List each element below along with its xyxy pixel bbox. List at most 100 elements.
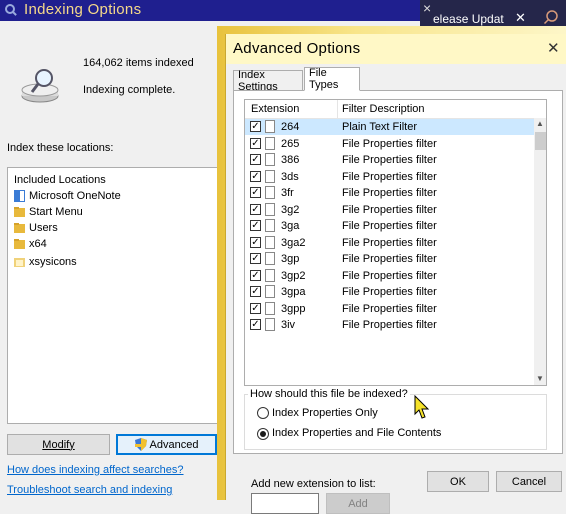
row-checkbox[interactable]: ✓ (250, 154, 261, 165)
table-row[interactable]: ✓ 3ga File Properties filter (245, 218, 534, 234)
indexing-affect-searches-link[interactable]: How does indexing affect searches? (7, 464, 184, 476)
row-filter-description: File Properties filter (342, 319, 437, 331)
table-row[interactable]: ✓ 3gpp File Properties filter (245, 301, 534, 317)
row-checkbox[interactable]: ✓ (250, 170, 261, 182)
row-checkbox[interactable]: ✓ (250, 302, 261, 314)
location-item[interactable]: Start Menu (14, 204, 83, 220)
location-item[interactable]: Users (14, 220, 58, 236)
indexing-status: Indexing complete. (83, 84, 176, 96)
row-extension: 3g2 (281, 203, 300, 216)
location-item[interactable]: x64 (14, 236, 47, 252)
table-row[interactable]: ✓ 3gp File Properties filter (245, 251, 534, 267)
row-checkbox[interactable]: ✓ (250, 269, 261, 281)
row-filter-description: File Properties filter (342, 253, 437, 265)
row-filter-description: File Properties filter (342, 137, 437, 150)
row-checkbox[interactable]: ✓ (250, 236, 261, 248)
location-label: xsysicons (29, 256, 77, 268)
location-label: x64 (29, 238, 47, 250)
uac-shield-icon (134, 438, 147, 451)
tab-index-settings[interactable]: Index Settings (233, 68, 303, 93)
row-filter-description: File Properties filter (342, 302, 437, 315)
advanced-titlebar[interactable]: Advanced Options ✕ (226, 34, 566, 64)
row-extension: 264 (281, 121, 300, 133)
troubleshoot-link[interactable]: Troubleshoot search and indexing (7, 484, 172, 496)
location-label: Microsoft OneNote (29, 190, 121, 202)
tab-file-types[interactable]: File Types (304, 67, 360, 91)
radio-properties-and-contents-label[interactable]: Index Properties and File Contents (272, 427, 441, 439)
row-extension: 386 (281, 154, 300, 166)
row-extension: 3fr (281, 187, 294, 199)
table-row[interactable]: ✓ 3gpa File Properties filter (245, 284, 534, 300)
radio-properties-only[interactable] (257, 407, 269, 419)
ok-button[interactable]: OK (427, 471, 489, 492)
file-type-icon (265, 219, 275, 232)
vertical-scrollbar[interactable] (534, 118, 546, 385)
radio-properties-only-label[interactable]: Index Properties Only (272, 407, 378, 419)
row-filter-description: File Properties filter (342, 236, 437, 249)
index-method-group (244, 394, 547, 450)
add-extension-input[interactable] (251, 493, 319, 514)
radio-properties-and-contents[interactable] (257, 428, 269, 440)
file-type-icon (265, 169, 275, 183)
locations-header: Included Locations (14, 174, 106, 186)
location-item[interactable]: xsysicons (14, 254, 77, 270)
row-checkbox[interactable]: ✓ (250, 220, 261, 231)
row-checkbox[interactable]: ✓ (250, 137, 261, 149)
row-checkbox[interactable]: ✓ (250, 187, 261, 198)
table-row[interactable]: ✓ 3ds File Properties filter (245, 169, 534, 185)
background-tab-close-icon[interactable]: ✕ (515, 10, 526, 26)
locations-list[interactable]: Included Locations Microsoft OneNote Sta… (7, 167, 224, 424)
advanced-options-dialog: Advanced Options ✕ Index Settings File T… (225, 34, 566, 514)
tab-label: Index Settings (238, 68, 278, 93)
ok-button-label: OK (450, 475, 466, 488)
row-filter-description: File Properties filter (342, 187, 437, 199)
folder-icon (14, 207, 25, 217)
location-label: Users (29, 222, 58, 234)
indexing-window-title: Indexing Options (24, 1, 142, 18)
advanced-button[interactable]: Advanced (116, 434, 217, 455)
file-type-icon (265, 268, 275, 282)
file-type-icon (265, 301, 275, 315)
row-checkbox[interactable]: ✓ (250, 121, 261, 132)
table-row[interactable]: ✓ 3gp2 File Properties filter (245, 268, 534, 284)
row-checkbox[interactable]: ✓ (250, 253, 261, 264)
table-row[interactable]: ✓ 3iv File Properties filter (245, 317, 534, 333)
row-extension: 3gp (281, 253, 300, 265)
file-type-icon (265, 252, 275, 265)
table-row[interactable]: ✓ 3ga2 File Properties filter (245, 235, 534, 251)
row-filter-description: File Properties filter (342, 154, 437, 166)
table-row[interactable]: ✓ 265 File Properties filter (245, 136, 534, 152)
table-row[interactable]: ✓ 3fr File Properties filter (245, 185, 534, 201)
row-checkbox[interactable]: ✓ (250, 319, 261, 330)
background-close-icon[interactable]: × (423, 0, 431, 16)
row-extension: 265 (281, 137, 300, 150)
scroll-thumb[interactable] (535, 132, 546, 150)
file-type-icon (265, 186, 275, 199)
table-row[interactable]: ✓ 386 File Properties filter (245, 152, 534, 168)
extension-table[interactable]: Extension Filter Description ✓ 264 Plain T… (244, 99, 547, 386)
column-header-extension[interactable]: Extension (251, 103, 299, 115)
file-type-icon (265, 136, 275, 150)
column-header-filter[interactable]: Filter Description (342, 103, 425, 115)
file-type-icon (265, 285, 275, 298)
row-checkbox[interactable]: ✓ (250, 203, 261, 215)
cancel-button-label: Cancel (511, 475, 547, 488)
location-item[interactable]: Microsoft OneNote (14, 188, 121, 204)
add-extension-button[interactable]: Add (326, 493, 390, 514)
add-extension-label: Add new extension to list: (251, 478, 376, 490)
close-icon[interactable]: ✕ (547, 39, 560, 57)
advanced-button-label: Advanced (149, 438, 199, 451)
cancel-button[interactable]: Cancel (496, 471, 562, 492)
row-checkbox[interactable]: ✓ (250, 286, 261, 297)
column-divider[interactable] (337, 100, 338, 118)
folder-icon (14, 239, 25, 249)
table-row[interactable]: ✓ 264 Plain Text Filter (245, 119, 534, 135)
scroll-down-icon[interactable]: ▼ (536, 374, 544, 383)
background-search-icon[interactable] (543, 9, 559, 25)
file-type-icon (265, 120, 275, 133)
file-type-icon (265, 235, 275, 249)
table-row[interactable]: ✓ 3g2 File Properties filter (245, 202, 534, 218)
modify-button[interactable]: Modify (7, 434, 110, 455)
location-label: Start Menu (29, 206, 83, 218)
scroll-up-icon[interactable]: ▲ (536, 119, 544, 128)
